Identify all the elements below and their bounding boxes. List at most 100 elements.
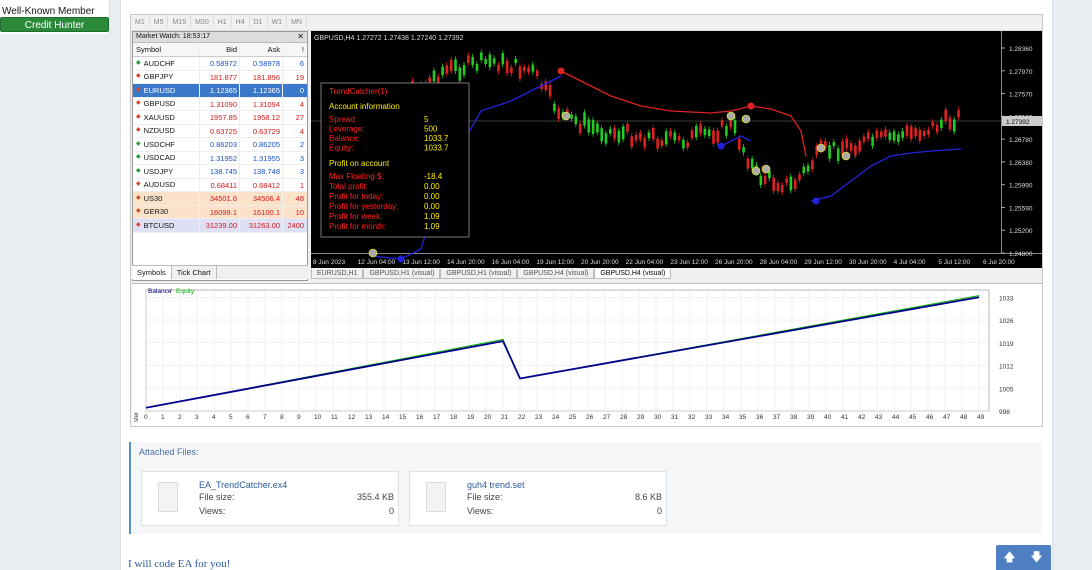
x-tick-label: 49 <box>977 414 985 421</box>
timeframe-m30[interactable]: M30 <box>191 15 214 27</box>
ask-value: 138.748 <box>239 165 282 178</box>
market-watch-row[interactable]: ◆ GBPUSD 1.31090 1.31094 4 <box>133 97 307 111</box>
market-watch-row[interactable]: ◆ XAUUSD 1957.85 1958.12 27 <box>133 111 307 125</box>
attached-files-title: Attached Files: <box>139 447 199 457</box>
market-watch-row[interactable]: ◆ NZDUSD 0.63725 0.63729 4 <box>133 124 307 138</box>
time-axis-label: 16 Jun 04:00 <box>492 259 530 266</box>
market-watch-row[interactable]: ◆ AUDCHF 0.58972 0.58978 6 <box>133 57 307 71</box>
market-watch-row[interactable]: ◆ GBPJPY 181.877 181.896 19 <box>133 70 307 84</box>
timeframe-d1[interactable]: D1 <box>250 15 268 27</box>
chart-tab[interactable]: EURUSD,H1 <box>311 269 364 279</box>
symbol-name: USDCHF <box>143 139 175 149</box>
scroll-up-button[interactable]: 🡅 <box>996 545 1023 570</box>
x-tick-label: 25 <box>569 414 577 421</box>
x-tick-label: 32 <box>688 414 696 421</box>
timeframe-m15[interactable]: M15 <box>168 15 192 27</box>
timeframe-mn[interactable]: MN <box>287 15 307 27</box>
x-tick-label: 29 <box>637 414 645 421</box>
chart-tab[interactable]: GBPUSD,H4 (visual) <box>594 269 672 279</box>
price-axis-label: 1.25590 <box>1009 205 1033 212</box>
attachment-card[interactable]: EA_TrendCatcher.ex4 File size: 355.4 KB Vie… <box>141 471 399 526</box>
timeframe-m5[interactable]: M5 <box>150 15 169 27</box>
timeframe-m1[interactable]: M1 <box>131 15 150 27</box>
x-tick-label: 8 <box>280 414 284 421</box>
tab-symbols[interactable]: Symbols <box>132 266 172 279</box>
timeframe-h1[interactable]: H1 <box>214 15 232 27</box>
market-watch-row[interactable]: ◆ AUDUSD 0.68411 0.68412 1 <box>133 178 307 192</box>
bid-value: 1957.85 <box>199 111 239 124</box>
profit-value: 0.00 <box>424 182 440 191</box>
price-axis-label: 1.24800 <box>1009 251 1033 258</box>
bid-value: 1.31090 <box>199 97 239 110</box>
info-value: 1033.7 <box>424 134 449 143</box>
x-tick-label: 17 <box>433 414 441 421</box>
arrow-down-icon: ◆ <box>136 194 141 201</box>
ask-value: 1.31094 <box>239 97 282 110</box>
x-tick-label: 37 <box>773 414 781 421</box>
profit-value: -18.4 <box>424 172 443 181</box>
price-chart-svg: 1.283601.279701.275701.271801.267801.263… <box>311 31 1042 266</box>
time-axis-label: 19 Jun 12:00 <box>536 259 574 266</box>
attachment-size-label: File size: <box>199 492 235 502</box>
x-tick-label: 3 <box>195 414 199 421</box>
col-symbol[interactable]: Symbol <box>133 43 199 56</box>
scroll-down-button[interactable]: 🡇 <box>1023 545 1050 570</box>
x-tick-label: 0 <box>144 414 148 421</box>
chart-tab[interactable]: GBPUSD,H1 (visual) <box>440 269 518 279</box>
signature-link[interactable]: I will code EA for you! <box>128 558 230 570</box>
col-bid[interactable]: Bid <box>199 43 239 56</box>
market-watch-title: Market Watch: 18:53:17 ✕ <box>133 32 307 43</box>
ask-value: 34506.4 <box>239 192 282 205</box>
scroll-buttons: 🡅 🡇 <box>996 545 1051 570</box>
symbol-name: EURUSD <box>143 85 176 95</box>
strategy-tester-graph: 1033 1026 1019 1012 1005 998 0 1 2 3 4 5 6 7 8 9 10 11 12 1… <box>132 283 1042 426</box>
attachment-name[interactable]: guh4 trend.set <box>467 480 525 490</box>
symbol-name: XAUUSD <box>143 112 175 122</box>
price-axis-label: 1.26780 <box>1009 137 1033 144</box>
tab-tick-chart[interactable]: Tick Chart <box>172 266 217 279</box>
time-axis-label: 30 Jun 20:00 <box>849 259 887 266</box>
market-watch-row[interactable]: ◆ USDCAD 1.31952 1.31955 3 <box>133 151 307 165</box>
timeframe-w1[interactable]: W1 <box>268 15 288 27</box>
x-tick-label: 1 <box>161 414 165 421</box>
time-axis-label: 6 Jul 20:00 <box>983 259 1015 266</box>
symbol-name: USDJPY <box>143 166 174 176</box>
arrow-down-icon: ◆ <box>136 208 141 214</box>
attachment-card[interactable]: guh4 trend.set File size: 8.6 KB Views: 0 <box>409 471 667 526</box>
x-tick-label: 34 <box>722 414 730 421</box>
x-tick-label: 40 <box>824 414 832 421</box>
col-ask[interactable]: Ask <box>239 43 282 56</box>
x-tick-label: 41 <box>841 414 849 421</box>
time-axis-label: 4 Jul 04:00 <box>894 259 926 266</box>
market-watch-row[interactable]: ◆ US30 34501.6 34506.4 48 <box>133 192 307 206</box>
price-chart[interactable]: 1.283601.279701.275701.271801.267801.263… <box>311 31 1042 268</box>
x-tick-label: 33 <box>705 414 713 421</box>
attachment-views-label: Views: <box>199 506 226 516</box>
ask-value: 0.68412 <box>239 178 282 191</box>
chart-tab[interactable]: GBPUSD,H1 (visual) <box>363 269 441 279</box>
x-tick-label: 13 <box>365 414 373 421</box>
y-tick-label: 1033 <box>999 295 1014 302</box>
arrow-up-icon: ◆ <box>136 154 141 160</box>
ask-value: 181.896 <box>239 70 282 83</box>
x-tick-label: 38 <box>790 414 798 421</box>
y-tick-label: 1012 <box>999 364 1014 371</box>
col-spread[interactable]: ! <box>282 43 307 56</box>
attachment-name[interactable]: EA_TrendCatcher.ex4 <box>199 480 287 490</box>
market-watch-row[interactable]: ◆ BTCUSD 31239.00 31263.00 2400 <box>133 219 307 233</box>
chart-tab[interactable]: GBPUSD,H4 (visual) <box>517 269 595 279</box>
bid-value: 16099.1 <box>199 205 239 218</box>
current-price-tag: 1.27392 <box>1006 119 1030 126</box>
attachment-views-value: 0 <box>656 506 662 516</box>
arrow-down-icon: ◆ <box>136 113 141 120</box>
balance-equity-chart: 103310261019101210059980 1 2 3 4 5 6 7 8 9 10 11 12 1… <box>134 288 1014 422</box>
market-watch-row[interactable]: ◆ USDJPY 138.745 138.748 3 <box>133 165 307 179</box>
price-axis-label: 1.27570 <box>1009 92 1033 99</box>
user-badge: Credit Hunter <box>0 17 109 32</box>
market-watch-row[interactable]: ◆ EURUSD 1.12365 1.12365 0 <box>133 84 307 98</box>
close-icon[interactable]: ✕ <box>297 32 304 41</box>
market-watch-row[interactable]: ◆ USDCHF 0.86203 0.86205 2 <box>133 138 307 152</box>
timeframe-h4[interactable]: H4 <box>232 15 250 27</box>
legend-separator: / <box>170 288 172 295</box>
market-watch-row[interactable]: ◆ GER30 16099.1 16100.1 10 <box>133 205 307 219</box>
